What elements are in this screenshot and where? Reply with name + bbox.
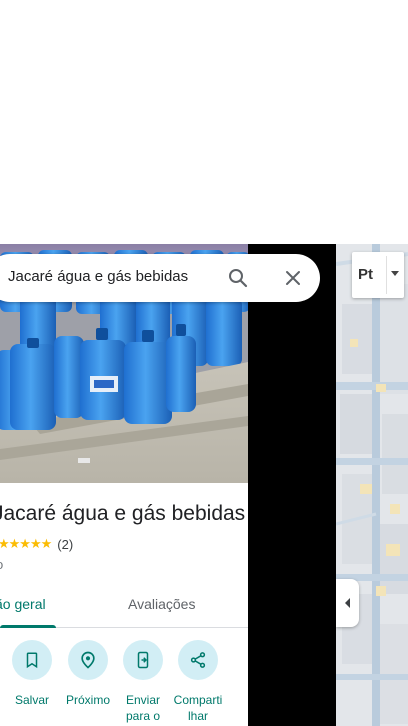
- send-to-phone-icon: [123, 640, 163, 680]
- rating-stars: ★★★★★: [0, 536, 52, 551]
- search-input[interactable]: [8, 268, 208, 285]
- place-tabs: ão geral Avaliações: [0, 584, 248, 628]
- tab-active-indicator: [0, 625, 56, 628]
- share-label: Comparti lhar: [173, 693, 223, 723]
- search-bar: [0, 254, 320, 302]
- search-icon[interactable]: [226, 266, 250, 290]
- share-button[interactable]: Comparti lhar: [170, 640, 226, 724]
- map-tiles: [336, 244, 408, 726]
- save-label: Salvar: [14, 693, 49, 707]
- layer-switcher[interactable]: Pt: [352, 252, 404, 298]
- rating-row[interactable]: ★★★★★ (2): [0, 536, 73, 552]
- nearby-label: Próximo: [65, 693, 110, 707]
- layer-label: Pt: [358, 266, 373, 283]
- send-to-phone-label: Enviar para o: [125, 693, 161, 723]
- chevron-down-icon[interactable]: [391, 271, 399, 276]
- nearby-button[interactable]: Próximo: [60, 640, 116, 708]
- rating-count[interactable]: (2): [57, 537, 73, 552]
- chevron-left-icon: [345, 598, 350, 608]
- place-category[interactable]: o: [0, 557, 3, 572]
- maps-viewport: Jacaré água e gás bebidas ★★★★★ (2) o ão…: [0, 0, 408, 726]
- layer-divider: [386, 256, 387, 294]
- action-buttons: Salvar Próximo Enviar para o Comparti lh…: [0, 640, 248, 726]
- save-button[interactable]: Salvar: [4, 640, 60, 708]
- map-gap: [248, 244, 336, 726]
- send-to-phone-button[interactable]: Enviar para o: [115, 640, 171, 724]
- bookmark-icon: [12, 640, 52, 680]
- map-canvas[interactable]: [336, 244, 408, 726]
- place-panel: Jacaré água e gás bebidas ★★★★★ (2) o ão…: [0, 244, 248, 726]
- tab-reviews[interactable]: Avaliações: [128, 596, 195, 612]
- close-icon[interactable]: [281, 266, 305, 290]
- share-icon: [178, 640, 218, 680]
- collapse-panel-button[interactable]: [336, 579, 359, 627]
- nearby-icon: [68, 640, 108, 680]
- tab-overview[interactable]: ão geral: [0, 596, 46, 612]
- place-title: Jacaré água e gás bebidas: [0, 502, 246, 525]
